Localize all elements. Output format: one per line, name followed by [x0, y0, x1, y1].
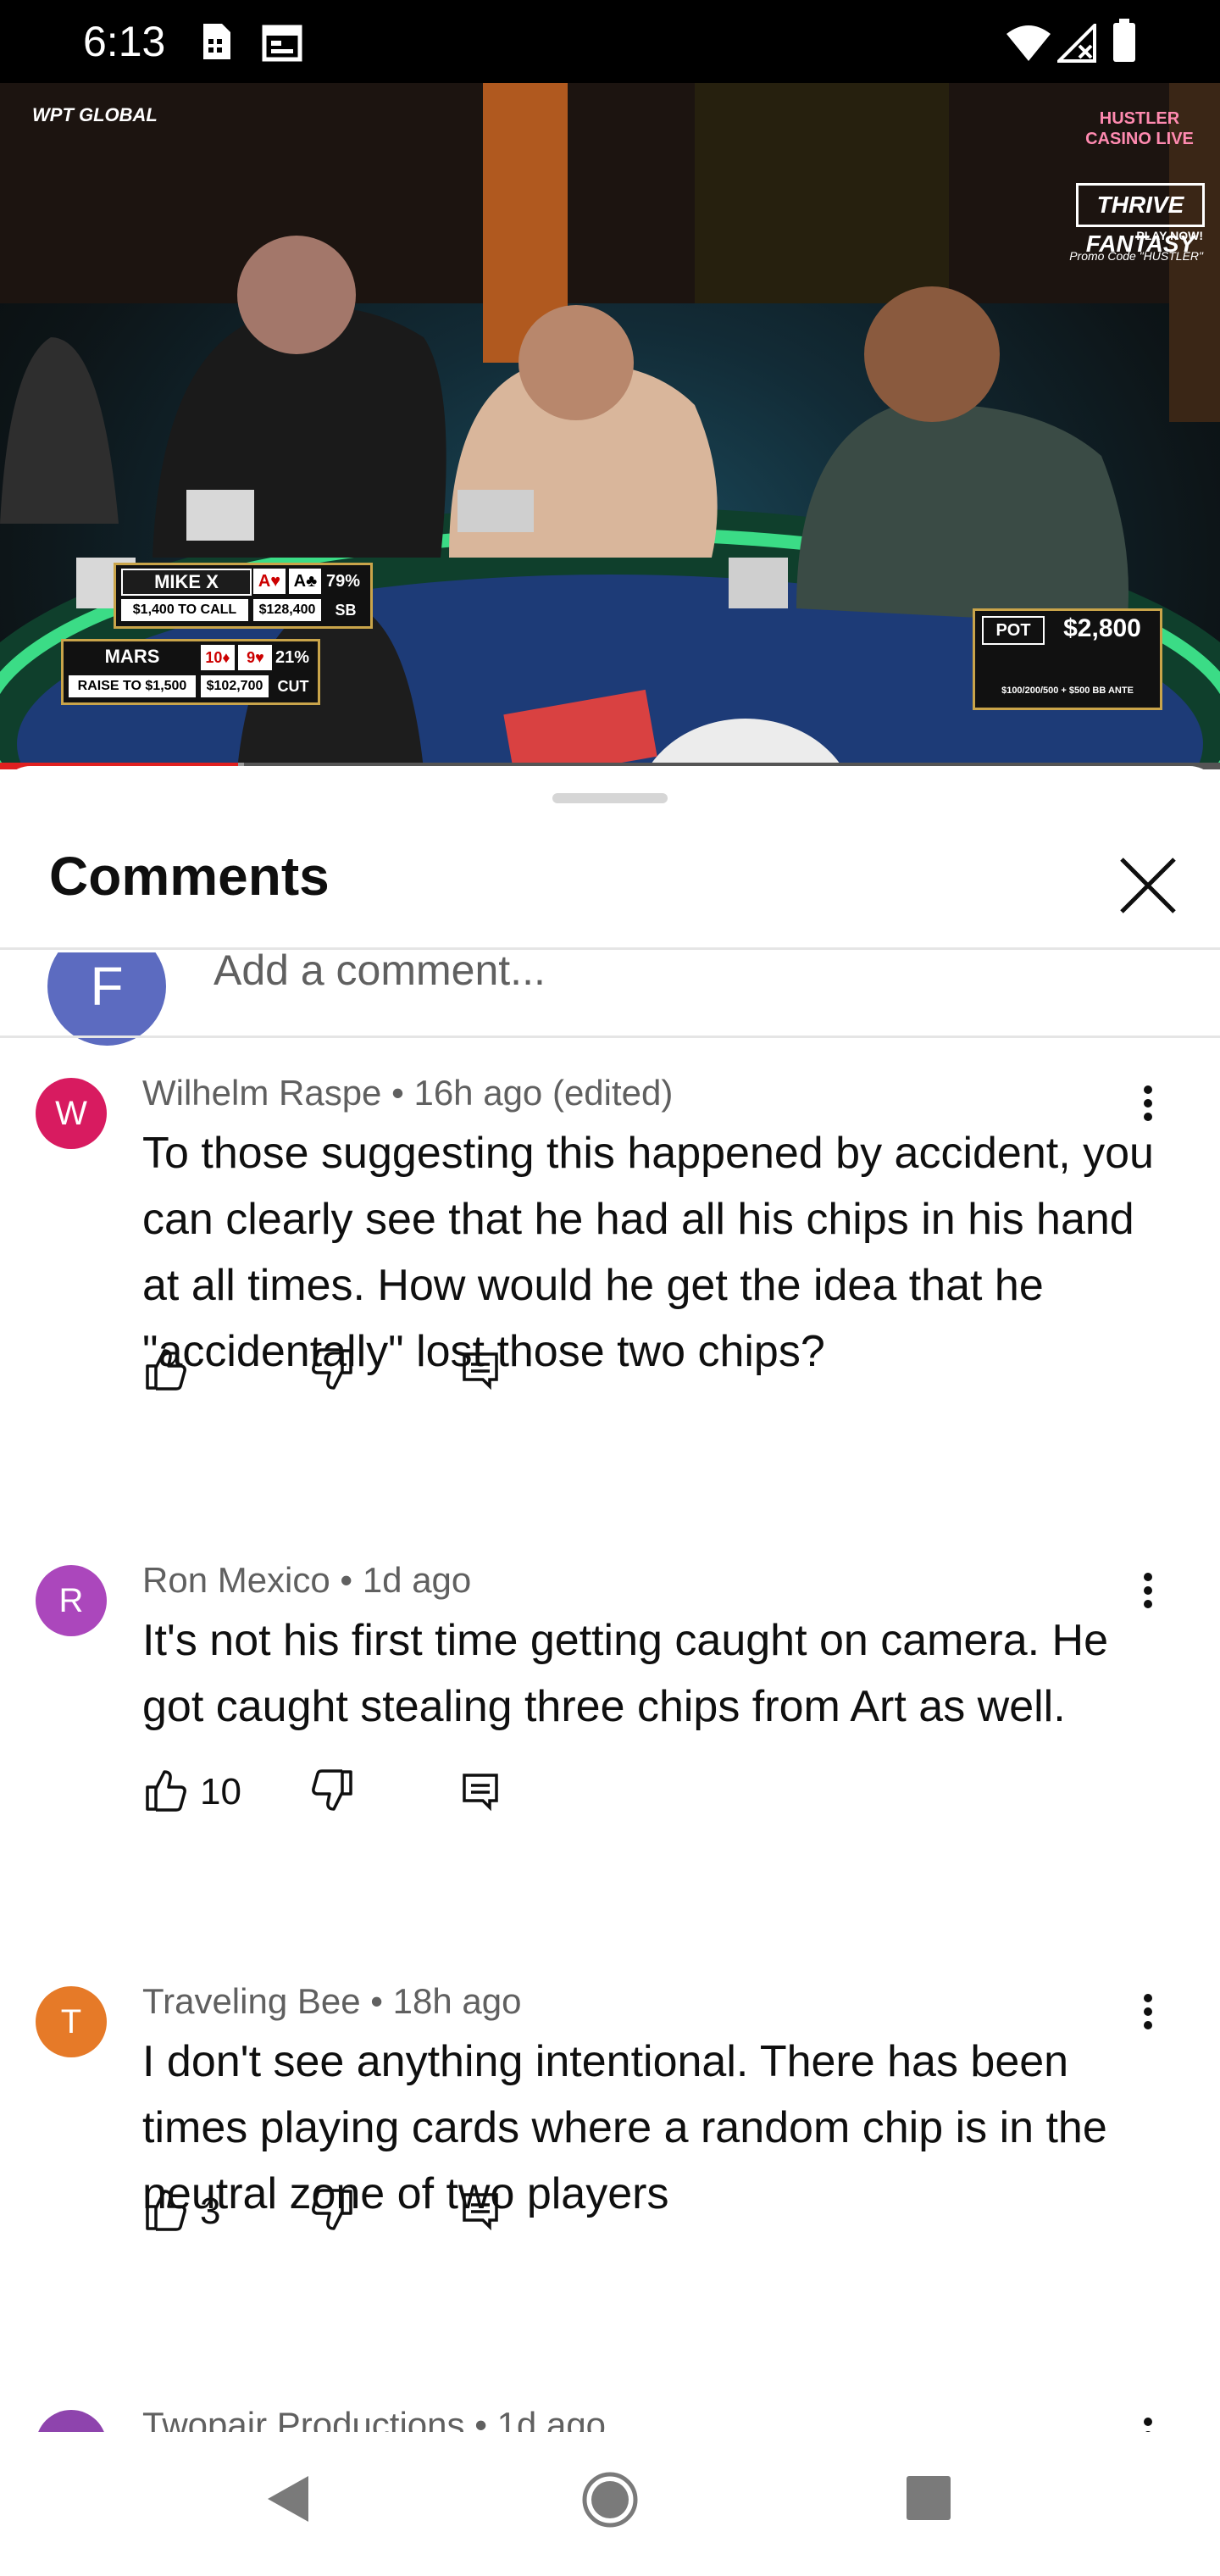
dislike-button[interactable] [308, 1346, 359, 1396]
like-count: 3 [200, 2190, 221, 2232]
player1-overlay: MIKE X A♥ A♣ 79% $1,400 TO CALL $128,400… [114, 563, 373, 629]
comment-author[interactable]: Traveling Bee [142, 1981, 361, 2021]
reply-icon [463, 1774, 498, 1812]
player2-position: CUT [277, 678, 309, 695]
status-bar: 6:13 [0, 0, 1220, 83]
status-time: 6:13 [83, 18, 166, 65]
thumb-up-icon [146, 2190, 186, 2231]
comments-sheet: Comments F Add a comment... W Wilhelm Ra… [0, 766, 1220, 2432]
like-button[interactable]: 10 [142, 1767, 261, 1818]
add-comment-row[interactable]: F Add a comment... [0, 952, 1220, 1046]
reply-icon [463, 1352, 498, 1391]
video-player[interactable]: WPT GLOBAL HUSTLER CASINO LIVE THRIVE FA… [0, 83, 1220, 769]
signal-icon [1055, 21, 1096, 67]
comment-avatar[interactable]: T [36, 2410, 107, 2432]
comment-meta: Twopair Productions • 1d ago [142, 2403, 606, 2432]
back-icon [268, 2476, 308, 2522]
comment-time: 1d ago [362, 1560, 472, 1600]
promo-code: Promo Code "HUSTLER" [1069, 249, 1203, 263]
player1-position: SB [335, 602, 357, 619]
comment-text: It's not his first time getting caught o… [142, 1616, 1109, 1731]
player1-name: MIKE X [121, 569, 252, 596]
sponsor-tag: PLAY NOW! [1136, 229, 1203, 242]
comment-text: I don't see anything intentional. There … [142, 2037, 1107, 2218]
recents-icon [907, 2476, 951, 2520]
thumb-down-icon [312, 1348, 352, 1390]
home-button[interactable] [580, 2469, 640, 2530]
brand-logo: WPT GLOBAL [32, 105, 158, 125]
reply-button[interactable] [458, 1346, 508, 1396]
player1-cards: A♥ A♣ [253, 569, 323, 594]
like-button[interactable]: 3 [142, 2186, 261, 2237]
recents-button[interactable] [903, 2473, 954, 2523]
player2-action: RAISE TO $1,500 [69, 675, 196, 697]
player1-equity: 79% [326, 572, 361, 591]
comment-avatar[interactable]: T [36, 1986, 107, 2057]
thumb-down-icon [312, 2189, 352, 2230]
comment-time: 1d ago [496, 2405, 607, 2432]
comment-author[interactable]: Ron Mexico [142, 1560, 330, 1600]
comment-menu-button[interactable] [1135, 2410, 1161, 2432]
input-divider [0, 1035, 1220, 1038]
navigation-bar [0, 2432, 1220, 2576]
pot-overlay: POT $2,800 $100/200/500 + $500 BB ANTE [973, 608, 1162, 710]
card-ace-hearts: A♥ [253, 569, 286, 594]
player2-stack: $102,700 [201, 675, 269, 697]
comment-text: To those suggesting this happened by acc… [142, 1129, 1154, 1376]
sponsor-logo: THRIVE FANTASY [1076, 183, 1205, 257]
close-button[interactable] [1110, 847, 1186, 924]
more-vert-icon [1144, 2418, 1152, 2432]
card-nine-hearts: 9♥ [238, 645, 273, 670]
channel-logo: HUSTLER CASINO LIVE [1085, 109, 1194, 148]
comment-author[interactable]: Wilhelm Raspe [142, 1073, 381, 1113]
like-count: 10 [200, 1771, 241, 1813]
reply-button[interactable] [458, 2186, 508, 2237]
comment-time: 18h ago [392, 1981, 522, 2021]
back-button[interactable] [259, 2469, 319, 2529]
comment-meta: Traveling Bee • 18h ago [142, 1981, 522, 2021]
player1-action: $1,400 TO CALL [121, 599, 248, 621]
comment-avatar[interactable]: R [36, 1565, 107, 1636]
drag-handle[interactable] [552, 793, 668, 803]
pot-value: $2,800 [1063, 614, 1141, 642]
thumb-up-icon [146, 1770, 186, 1812]
stakes: $100/200/500 + $500 BB ANTE [1001, 686, 1134, 696]
wifi-icon [1005, 24, 1052, 67]
comments-title: Comments [49, 846, 330, 907]
comment-meta: Ron Mexico • 1d ago [142, 1560, 472, 1600]
card-ten-diamonds: 10♦ [201, 645, 235, 670]
home-icon [582, 2472, 638, 2528]
thumb-up-icon [146, 1349, 186, 1391]
reply-icon [463, 2193, 498, 2231]
dislike-button[interactable] [308, 2186, 359, 2237]
comment-time: 16h ago (edited) [413, 1073, 674, 1113]
comment-avatar[interactable]: W [36, 1078, 107, 1149]
player2-name: MARS [104, 646, 160, 667]
comment-author[interactable]: Twopair Productions [142, 2405, 465, 2432]
comment-meta: Wilhelm Raspe • 16h ago (edited) [142, 1073, 674, 1113]
player2-cards: 10♦ 9♥ [201, 645, 274, 670]
brand-text: WPT GLOBAL [32, 104, 158, 125]
thumb-down-icon [312, 1769, 352, 1811]
header-divider [0, 947, 1220, 950]
close-icon [1120, 858, 1176, 913]
battery-icon [1112, 19, 1137, 67]
card-ace-clubs: A♣ [289, 569, 322, 594]
sim-card-icon [200, 20, 234, 67]
dislike-button[interactable] [308, 1767, 359, 1818]
player2-equity: 21% [275, 648, 310, 667]
player1-stack: $128,400 [253, 599, 321, 621]
add-comment-input[interactable]: Add a comment... [214, 952, 546, 1000]
like-button[interactable] [142, 1346, 193, 1396]
calendar-icon [261, 20, 303, 67]
reply-button[interactable] [458, 1767, 508, 1818]
pot-label: POT [982, 616, 1045, 645]
player2-overlay: MARS 10♦ 9♥ 21% RAISE TO $1,500 $102,700… [61, 639, 320, 705]
user-avatar: F [47, 952, 166, 1046]
